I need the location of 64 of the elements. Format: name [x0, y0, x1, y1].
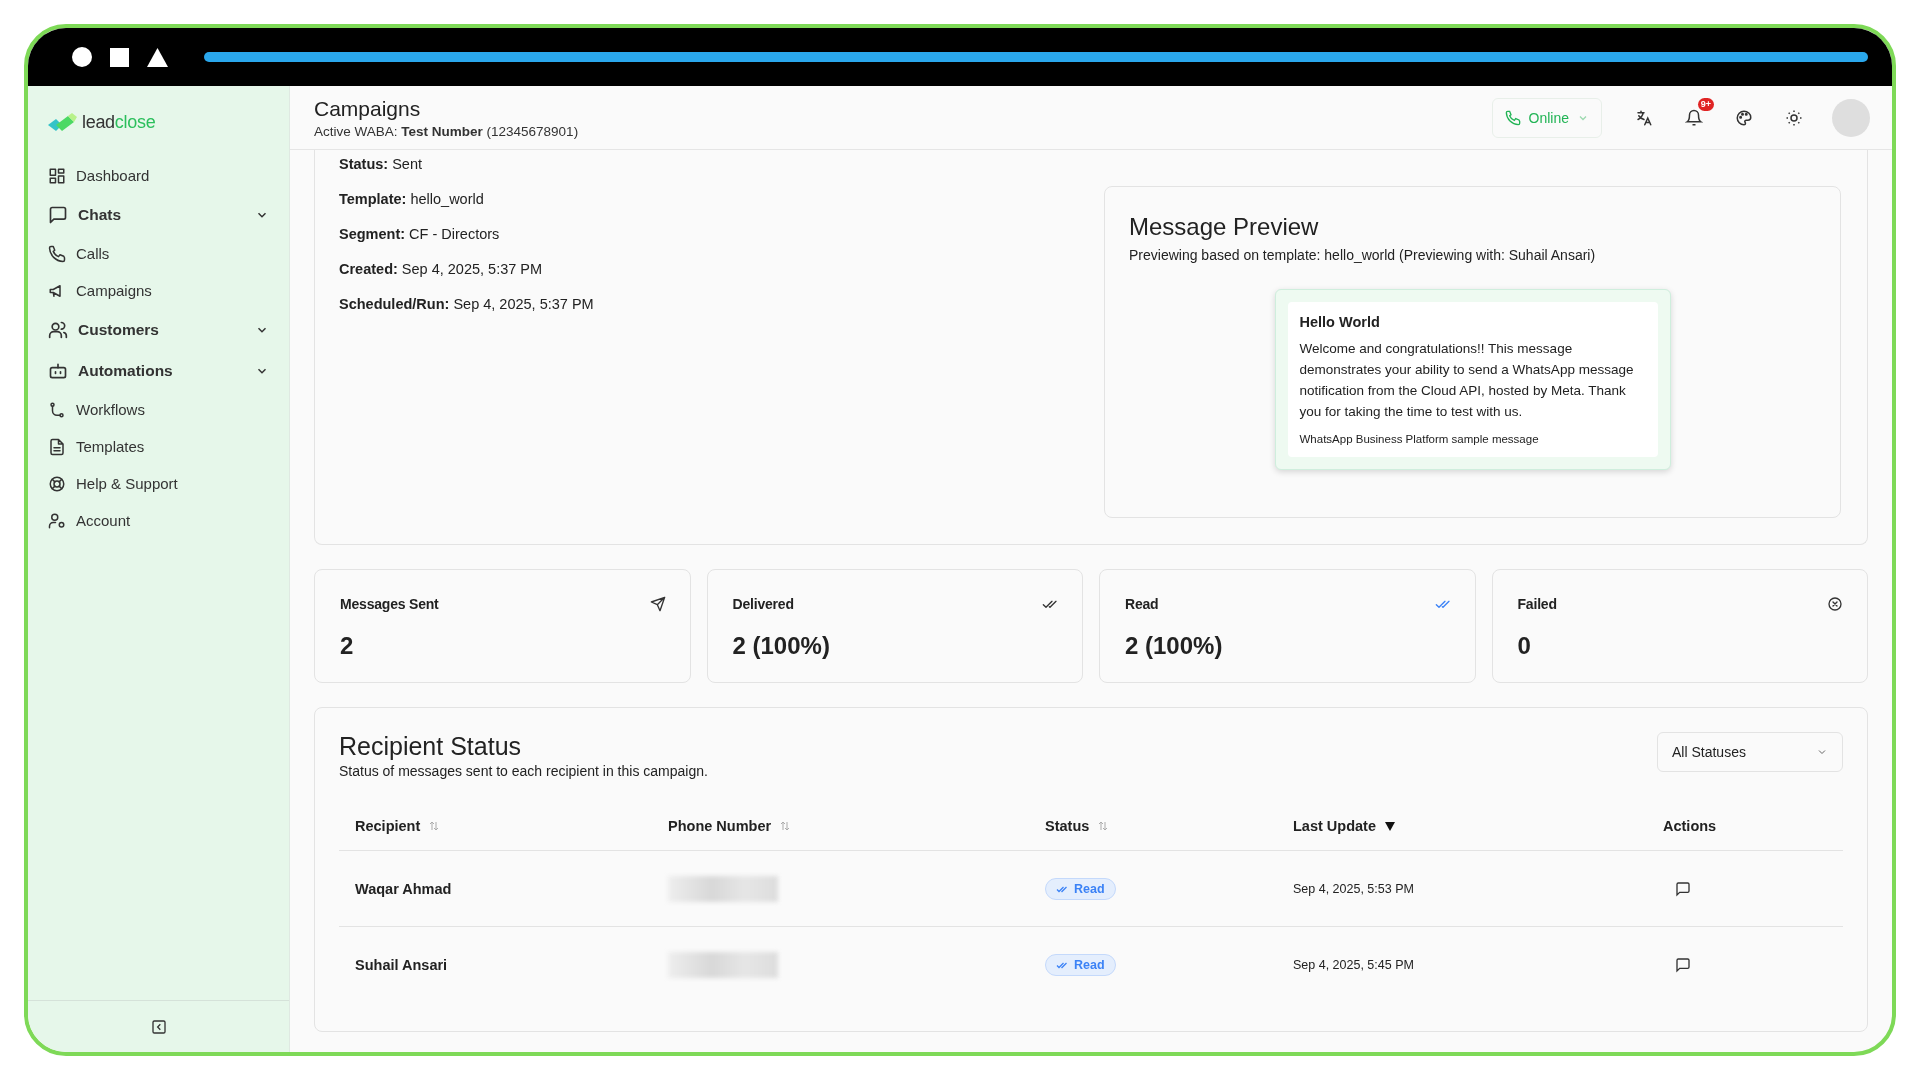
last-update-text: Sep 4, 2025, 5:45 PM — [1293, 958, 1414, 972]
recipient-name: Waqar Ahmad — [355, 880, 452, 897]
usercog-icon — [48, 511, 66, 530]
logo-icon — [48, 112, 78, 133]
users-icon — [48, 319, 68, 340]
message-icon[interactable] — [1675, 957, 1691, 973]
column-header[interactable]: Phone Number — [668, 817, 772, 834]
active-waba-text: Active WABA: Test Number (12345678901) — [314, 123, 579, 139]
stat-label: Delivered — [732, 596, 794, 612]
workflow-icon — [48, 400, 66, 419]
nav-item[interactable]: Templates — [38, 428, 279, 465]
circle-icon — [72, 47, 92, 67]
column-header[interactable]: Last Update — [1293, 817, 1376, 834]
stat-label: Failed — [1517, 596, 1557, 612]
message-body: Welcome and congratulations!! This message demonstrates your ability to send a WhatsApp message notification from the Cloud API, hosted by Meta. Thank you for taking the time to test with us. — [1299, 340, 1635, 421]
column-header[interactable]: Recipient — [355, 817, 421, 834]
message-footer: WhatsApp Business Platform sample message — [1299, 432, 1646, 445]
send-icon — [649, 596, 666, 612]
nav-item[interactable]: Automations — [38, 350, 279, 391]
notification-count: 9+ — [1697, 97, 1714, 111]
nav-item[interactable]: Workflows — [38, 391, 279, 428]
nav-item[interactable]: Chats — [38, 194, 279, 235]
section-title: Recipient Status — [339, 732, 523, 761]
page-title: Campaigns — [314, 96, 422, 121]
grid-icon — [48, 166, 66, 185]
nav-item[interactable]: Calls — [38, 235, 279, 272]
triangle-icon — [147, 47, 168, 67]
stat-label: Messages Sent — [340, 596, 439, 612]
nav-item[interactable]: Dashboard — [38, 157, 279, 194]
phone-icon — [1504, 109, 1521, 126]
detail-text: Segment: CF - Directors — [339, 226, 501, 242]
nav-item[interactable]: Account — [38, 502, 279, 539]
square-icon — [110, 47, 129, 67]
stat-value: 2 — [340, 632, 355, 660]
recipient-name: Suhail Ansari — [355, 957, 448, 973]
preview-title: Message Preview — [1129, 213, 1320, 241]
detail-text: Template: hello_world — [339, 191, 485, 207]
status-badge: Read — [1045, 954, 1116, 976]
chat-icon — [48, 204, 68, 225]
detail-text: Created: Sep 4, 2025, 5:37 PM — [339, 261, 544, 277]
lifebuoy-icon — [48, 474, 66, 493]
nav-item[interactable]: Help & Support — [38, 465, 279, 502]
section-subtitle: Status of messages sent to each recipient in this campaign. — [339, 763, 708, 779]
detail-text: Status: Sent — [339, 156, 423, 172]
stat-value: 2 (100%) — [1125, 632, 1224, 660]
stat-label: Read — [1125, 596, 1159, 612]
logo-text: leadclose — [82, 112, 156, 133]
detail-text: Scheduled/Run: Sep 4, 2025, 5:37 PM — [339, 296, 594, 312]
sort-descending-icon[interactable] — [1384, 819, 1396, 832]
status-badge: Read — [1045, 877, 1116, 900]
last-update-text: Sep 4, 2025, 5:53 PM — [1293, 881, 1414, 896]
nav-item[interactable]: Customers — [38, 309, 279, 350]
phone-icon — [48, 244, 66, 263]
file-icon — [48, 437, 66, 456]
message-title: Hello World — [1299, 314, 1381, 330]
column-header: Actions — [1663, 817, 1717, 834]
nav-item[interactable]: Campaigns — [38, 272, 279, 309]
status-filter-dropdown[interactable]: All Statuses — [1657, 732, 1843, 772]
message-icon[interactable] — [1675, 880, 1691, 897]
stat-value: 0 — [1517, 632, 1532, 660]
stat-value: 2 (100%) — [732, 632, 831, 660]
preview-subtitle: Previewing based on template: hello_world (Previewing with: Suhail Ansari) — [1129, 247, 1597, 263]
close-circle-icon — [1827, 596, 1843, 612]
column-header[interactable]: Status — [1045, 817, 1090, 834]
